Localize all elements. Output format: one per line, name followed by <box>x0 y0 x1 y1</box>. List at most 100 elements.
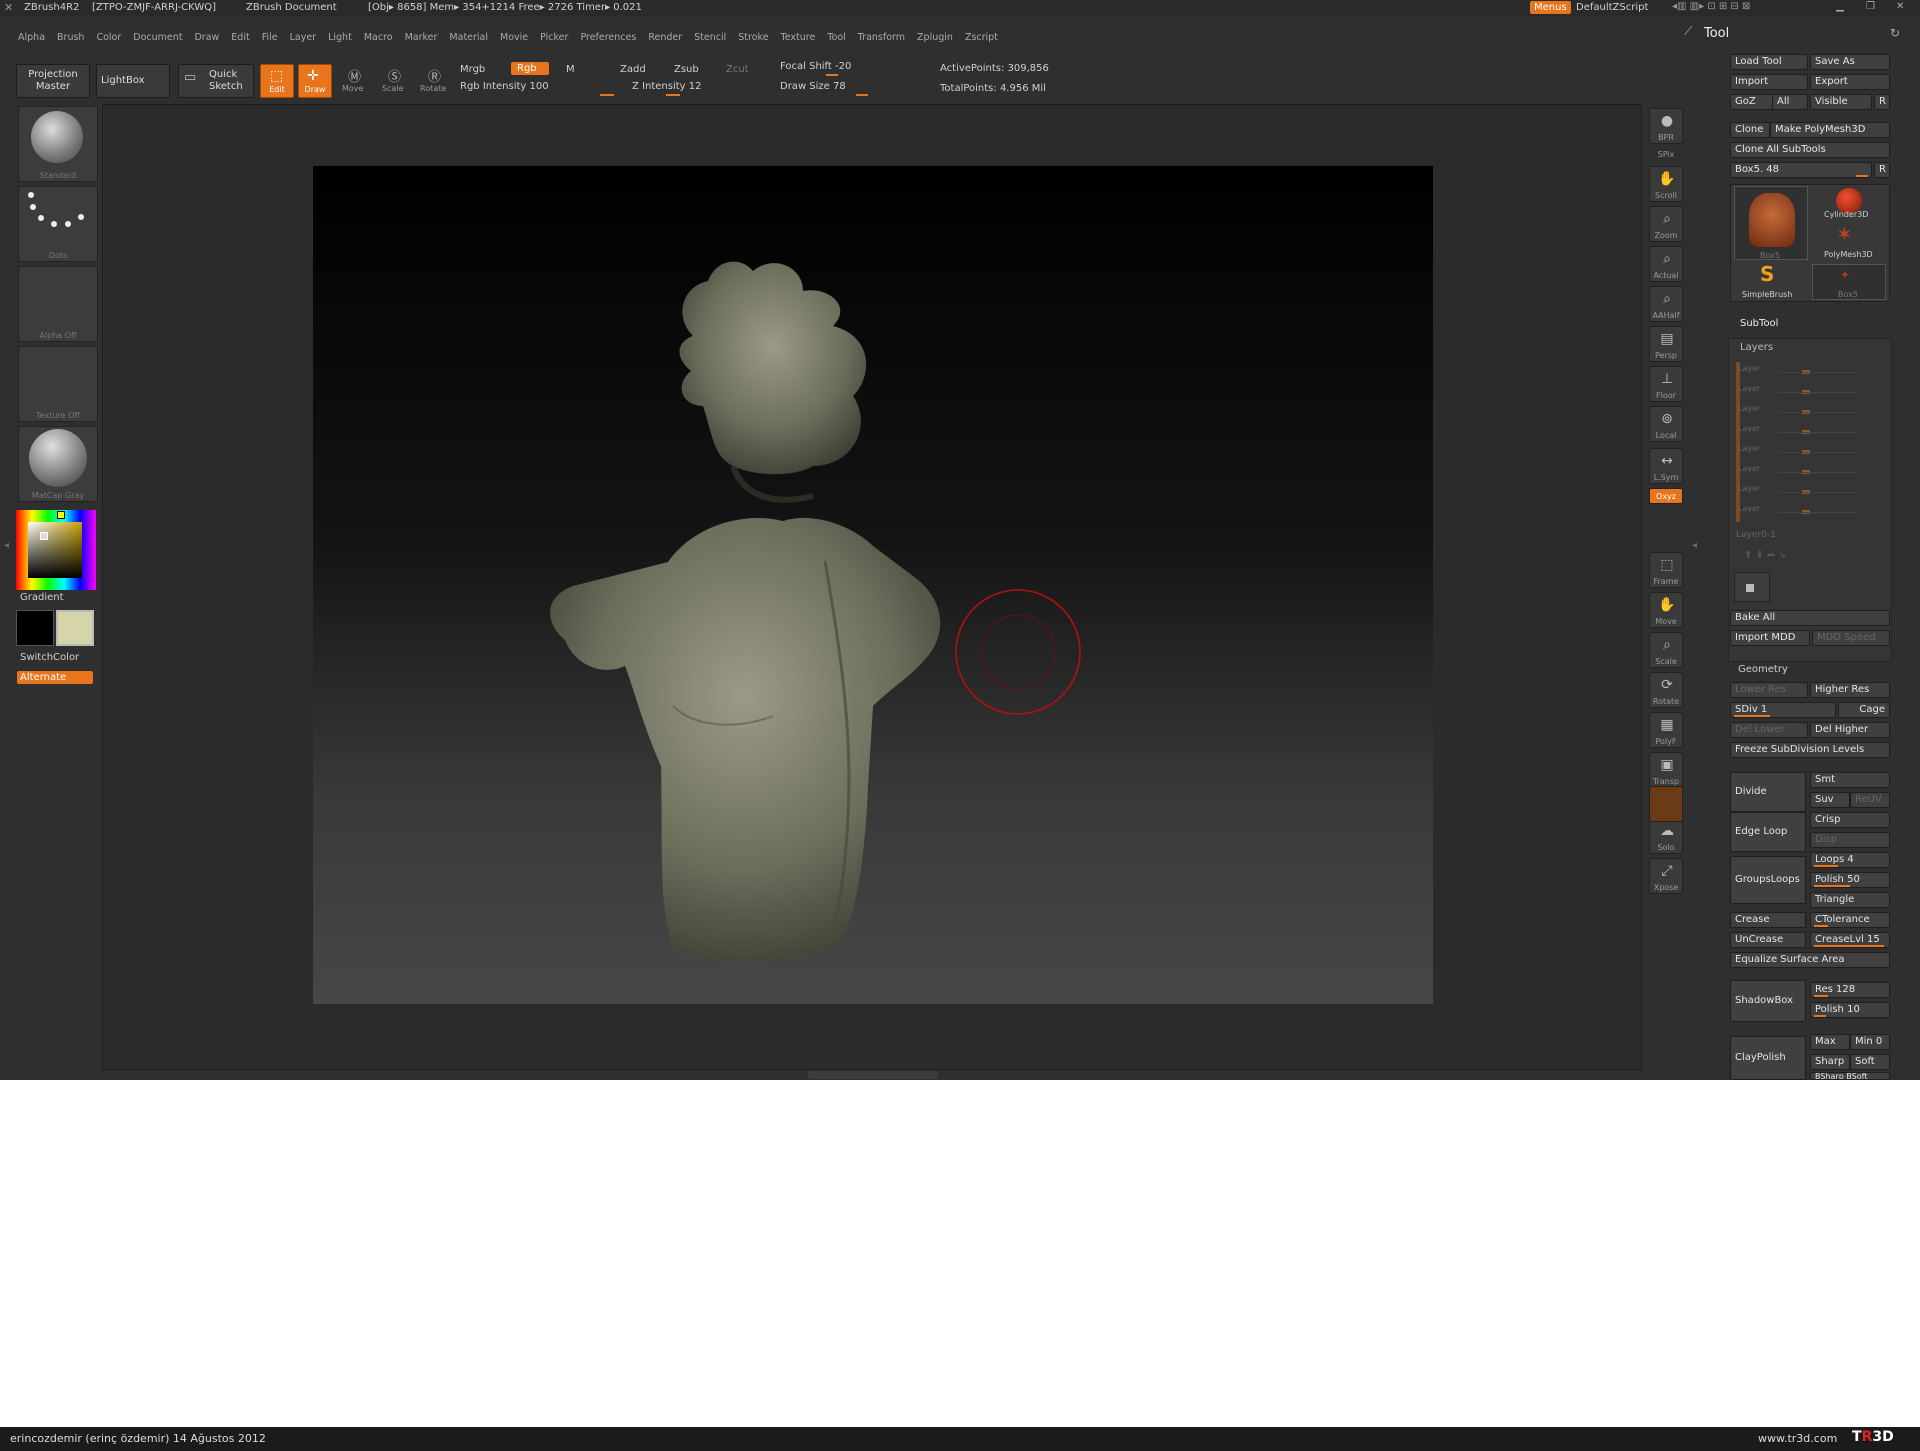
focal-shift-slider[interactable]: Focal Shift -20 <box>780 61 851 72</box>
r-button[interactable]: R <box>1874 94 1890 110</box>
simplebrush-icon[interactable]: S <box>1760 262 1774 286</box>
creaselvl-knob[interactable] <box>1814 945 1884 947</box>
nav-polyf-button[interactable]: ▦ PolyF <box>1649 712 1683 748</box>
freeze-subdivision-button[interactable]: Freeze SubDivision Levels <box>1730 742 1890 758</box>
crisp-toggle[interactable]: Crisp <box>1810 812 1890 828</box>
menu-item-tool[interactable]: Tool <box>827 32 845 43</box>
ctolerance-knob[interactable] <box>1814 925 1828 927</box>
layer-row[interactable]: Layer <box>1738 364 1868 378</box>
menu-item-zplugin[interactable]: Zplugin <box>917 32 953 43</box>
menu-item-picker[interactable]: Picker <box>540 32 568 43</box>
zsub-toggle[interactable]: Zsub <box>674 64 699 75</box>
menu-item-file[interactable]: File <box>262 32 278 43</box>
main-color-swatch[interactable] <box>56 610 94 646</box>
reuv-button[interactable]: ReUV <box>1850 792 1890 808</box>
layer-row[interactable]: Layer <box>1738 484 1868 498</box>
higher-res-button[interactable]: Higher Res <box>1810 682 1890 698</box>
caption-website[interactable]: www.tr3d.com <box>1758 1432 1837 1445</box>
load-tool-button[interactable]: Load Tool <box>1730 54 1808 70</box>
sdiv-knob[interactable] <box>1734 715 1770 717</box>
soft-slider[interactable]: Soft <box>1850 1054 1890 1070</box>
menu-item-alpha[interactable]: Alpha <box>18 32 45 43</box>
subtool-header[interactable]: SubTool <box>1740 318 1778 329</box>
collapse-left-icon[interactable]: ◂ <box>4 540 10 560</box>
gradient-toggle[interactable]: Gradient <box>20 592 64 603</box>
uncrease-button[interactable]: UnCrease <box>1730 932 1806 948</box>
restore-icon[interactable]: ❐ <box>1866 1 1875 12</box>
zadd-toggle[interactable]: Zadd <box>620 64 646 75</box>
nav-scroll-button[interactable]: ✋ Scroll <box>1649 166 1683 202</box>
menu-item-document[interactable]: Document <box>133 32 182 43</box>
layer-row[interactable]: Layer <box>1738 504 1868 518</box>
layer0-slider[interactable]: Layer0-1 <box>1736 530 1776 540</box>
color-square[interactable] <box>28 522 82 578</box>
menu-item-macro[interactable]: Macro <box>364 32 393 43</box>
menu-item-render[interactable]: Render <box>648 32 682 43</box>
scale-button[interactable]: Scale <box>382 84 404 93</box>
loops-knob[interactable] <box>1814 865 1838 867</box>
layer-row[interactable]: Layer <box>1738 404 1868 418</box>
max-slider[interactable]: Max <box>1810 1034 1850 1050</box>
r-button-2[interactable]: R <box>1874 162 1890 178</box>
switchcolor-button[interactable]: SwitchColor <box>20 652 79 663</box>
layer-row[interactable]: Layer <box>1738 424 1868 438</box>
crease-button[interactable]: Crease <box>1730 912 1806 928</box>
menu-item-draw[interactable]: Draw <box>194 32 219 43</box>
minimize-icon[interactable]: ▁ <box>1836 1 1844 12</box>
focal-shift-knob[interactable] <box>826 74 838 76</box>
rgb-intensity-slider[interactable]: Rgb Intensity 100 <box>460 81 549 92</box>
zcut-toggle[interactable]: Zcut <box>726 64 749 75</box>
menu-item-transform[interactable]: Transform <box>858 32 905 43</box>
goz-button[interactable]: GoZ <box>1730 94 1776 110</box>
refresh-icon[interactable]: ↻ <box>1890 26 1900 40</box>
mrgb-toggle[interactable]: Mrgb <box>460 64 485 75</box>
nav-spix-button[interactable]: SPix <box>1649 140 1683 160</box>
polish-knob[interactable] <box>1814 885 1850 887</box>
draw-size-slider[interactable]: Draw Size 78 <box>780 81 846 92</box>
menu-item-stencil[interactable]: Stencil <box>694 32 726 43</box>
goz-all-button[interactable]: All <box>1772 94 1808 110</box>
rgb-toggle[interactable]: Rgb <box>511 62 549 75</box>
menu-item-layer[interactable]: Layer <box>290 32 317 43</box>
menu-item-material[interactable]: Material <box>449 32 488 43</box>
mdd-speed-slider[interactable]: MDD Speed <box>1812 630 1890 646</box>
menu-item-zscript[interactable]: Zscript <box>965 32 998 43</box>
import-button[interactable]: Import <box>1730 74 1808 90</box>
current-tool-knob[interactable] <box>1856 175 1868 177</box>
bsharp-bsoft-slider[interactable]: BSharp BSoft <box>1810 1072 1890 1080</box>
make-polymesh-button[interactable]: Make PolyMesh3D <box>1770 122 1890 138</box>
nav-floor-button[interactable]: ⊥ Floor <box>1649 366 1683 402</box>
nav-local-button[interactable]: ⊚ Local <box>1649 406 1683 442</box>
toolbar-icons[interactable]: ◂▥ ▥▸ ⊡ ⊞ ⊟ ⊠ <box>1672 1 1750 12</box>
menu-item-stroke[interactable]: Stroke <box>738 32 768 43</box>
nav-frame-button[interactable]: ⬚ Frame <box>1649 552 1683 588</box>
import-mdd-button[interactable]: Import MDD <box>1730 630 1810 646</box>
brush-thumbnail[interactable]: Standard <box>18 106 98 182</box>
smt-toggle[interactable]: Smt <box>1810 772 1890 788</box>
nav-transp-button[interactable]: ▣ Transp <box>1649 752 1683 788</box>
menu-item-color[interactable]: Color <box>96 32 121 43</box>
del-lower-button[interactable]: Del Lower <box>1730 722 1808 738</box>
triangle-toggle[interactable]: Triangle <box>1810 892 1890 908</box>
nav-zoom-button[interactable]: ⌕ Zoom <box>1649 206 1683 242</box>
sharp-slider[interactable]: Sharp <box>1810 1054 1850 1070</box>
equalize-surface-button[interactable]: Equalize Surface Area <box>1730 952 1890 968</box>
color-picker[interactable] <box>16 510 96 590</box>
nav-persp-button[interactable]: ▤ Persp <box>1649 326 1683 362</box>
document-canvas[interactable] <box>313 166 1433 1004</box>
nav-scale-button[interactable]: ⌕ Scale <box>1649 632 1683 668</box>
polish10-knob[interactable] <box>1814 1015 1826 1017</box>
material-thumbnail[interactable]: MatCap Gray <box>18 426 98 502</box>
collapse-panel-icon[interactable]: ◂ <box>1692 540 1698 560</box>
polymesh3d-icon[interactable]: ✶ <box>1836 222 1853 246</box>
layer-row[interactable]: Layer <box>1738 384 1868 398</box>
bottom-tray-handle[interactable] <box>808 1071 938 1079</box>
bake-all-button[interactable]: Bake All <box>1730 610 1890 626</box>
menu-item-light[interactable]: Light <box>328 32 352 43</box>
export-button[interactable]: Export <box>1810 74 1890 90</box>
tool-thumb-box5[interactable] <box>1734 186 1808 260</box>
clone-button[interactable]: Clone <box>1730 122 1770 138</box>
visible-button[interactable]: Visible <box>1810 94 1872 110</box>
rotate-button[interactable]: Rotate <box>420 84 446 93</box>
menu-item-marker[interactable]: Marker <box>405 32 438 43</box>
